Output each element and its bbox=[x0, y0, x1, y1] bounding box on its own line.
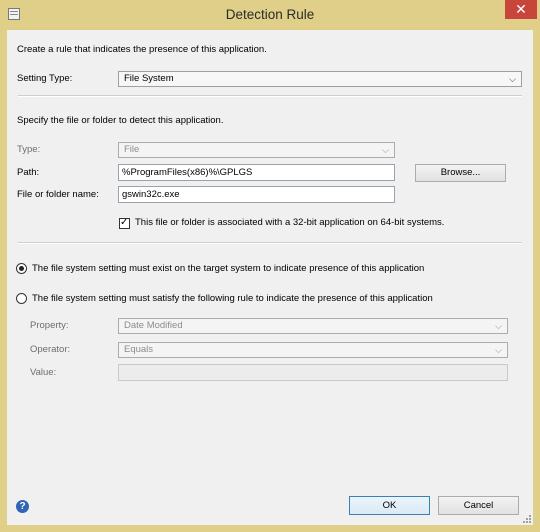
chevron-down-icon: ⌵ bbox=[495, 345, 502, 355]
value-input[interactable] bbox=[118, 364, 508, 381]
setting-type-value: File System bbox=[124, 73, 174, 84]
file-name-label: File or folder name: bbox=[17, 189, 99, 200]
rule-radio-label[interactable]: The file system setting must satisfy the… bbox=[32, 293, 433, 305]
type-select[interactable]: File ⌵ bbox=[118, 142, 395, 158]
window-title: Detection Rule bbox=[225, 7, 315, 22]
setting-type-select[interactable]: File System ⌵ bbox=[118, 71, 522, 87]
separator bbox=[18, 95, 522, 97]
32bit-checkbox-label[interactable]: This file or folder is associated with a… bbox=[135, 217, 444, 229]
detection-rule-dialog: Detection Rule ✕ Create a rule that indi… bbox=[0, 0, 540, 532]
property-value: Date Modified bbox=[124, 320, 183, 331]
exist-radio-label[interactable]: The file system setting must exist on th… bbox=[32, 263, 424, 275]
help-icon[interactable]: ? bbox=[16, 500, 29, 513]
property-select[interactable]: Date Modified ⌵ bbox=[118, 318, 508, 334]
value-label: Value: bbox=[30, 367, 57, 378]
rule-radio[interactable] bbox=[16, 293, 27, 304]
path-value: %ProgramFiles(x86)%\GPLGS bbox=[122, 167, 253, 178]
intro-text: Create a rule that indicates the presenc… bbox=[17, 44, 267, 55]
path-label: Path: bbox=[17, 167, 40, 178]
browse-button[interactable]: Browse... bbox=[415, 164, 506, 182]
property-label: Property: bbox=[30, 320, 69, 331]
32bit-checkbox[interactable]: ✓ bbox=[119, 217, 130, 229]
file-name-input[interactable]: gswin32c.exe bbox=[118, 186, 395, 203]
separator bbox=[18, 242, 522, 244]
chevron-down-icon: ⌵ bbox=[509, 74, 516, 84]
exist-radio[interactable] bbox=[16, 263, 27, 274]
dialog-body: Create a rule that indicates the presenc… bbox=[7, 30, 533, 525]
resize-grip-icon[interactable] bbox=[522, 514, 531, 523]
checkmark-icon: ✓ bbox=[120, 217, 129, 228]
operator-label: Operator: bbox=[30, 344, 71, 355]
file-instruction-text: Specify the file or folder to detect thi… bbox=[17, 115, 224, 126]
close-button[interactable]: ✕ bbox=[505, 0, 537, 19]
operator-select[interactable]: Equals ⌵ bbox=[118, 342, 508, 358]
path-input[interactable]: %ProgramFiles(x86)%\GPLGS bbox=[118, 164, 395, 181]
type-label: Type: bbox=[17, 144, 41, 155]
ok-button[interactable]: OK bbox=[349, 496, 430, 515]
radio-selected-dot bbox=[19, 266, 24, 271]
file-name-value: gswin32c.exe bbox=[122, 189, 180, 200]
setting-type-label: Setting Type: bbox=[17, 73, 73, 84]
cancel-button[interactable]: Cancel bbox=[438, 496, 519, 515]
title-bar: Detection Rule ✕ bbox=[0, 0, 540, 30]
chevron-down-icon: ⌵ bbox=[495, 321, 502, 331]
chevron-down-icon: ⌵ bbox=[382, 145, 389, 155]
type-value: File bbox=[124, 144, 140, 155]
operator-value: Equals bbox=[124, 344, 154, 355]
